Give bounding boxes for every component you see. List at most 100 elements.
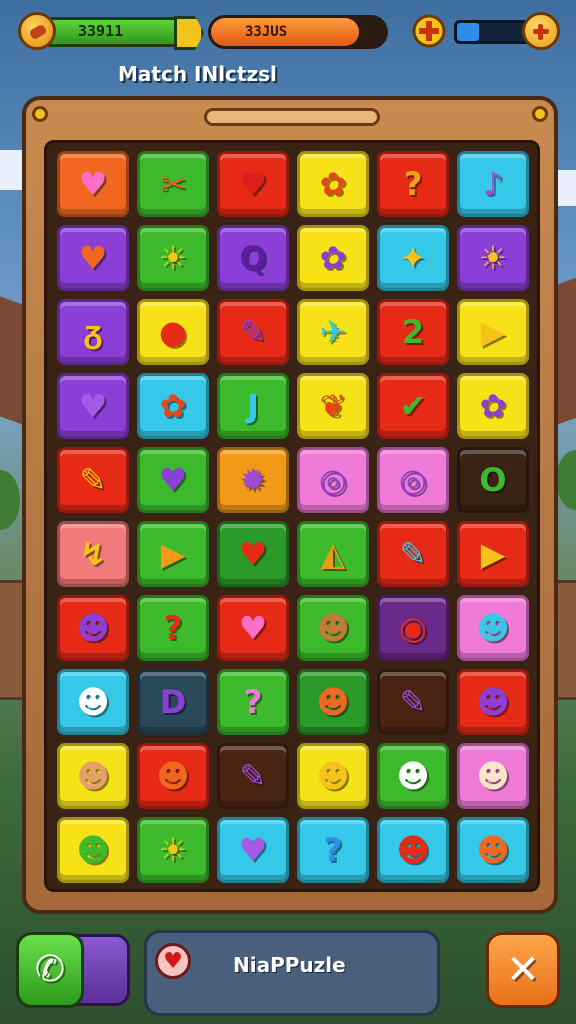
- tile-symbol-icon: ☻: [396, 757, 430, 795]
- tile-symbol-icon: ✦: [399, 239, 427, 277]
- tile-symbol-icon: ✎: [399, 535, 427, 573]
- tile-symbol-icon: ☻: [76, 683, 110, 721]
- tile-symbol-icon: ☻: [316, 609, 350, 647]
- tile-symbol-icon: ☻: [316, 757, 350, 795]
- tile-symbol-icon: ♥: [158, 461, 188, 499]
- tile[interactable]: ☻: [457, 669, 529, 735]
- tile[interactable]: ☻: [457, 595, 529, 661]
- tile-symbol-icon: ✿: [319, 165, 347, 203]
- tile[interactable]: ♥: [217, 817, 289, 883]
- tile-symbol-icon: ♥: [238, 831, 268, 869]
- tile[interactable]: ✿: [457, 373, 529, 439]
- tile[interactable]: ?: [377, 151, 449, 217]
- tile-symbol-icon: ᵹ: [83, 313, 103, 351]
- tile[interactable]: ✎: [217, 299, 289, 365]
- tile[interactable]: ☻: [57, 595, 129, 661]
- tile[interactable]: ☻: [297, 669, 369, 735]
- tile-symbol-icon: ☻: [476, 683, 510, 721]
- tile-symbol-icon: ♥: [78, 165, 108, 203]
- add-currency-button[interactable]: [522, 12, 560, 50]
- tile[interactable]: ♪: [457, 151, 529, 217]
- tile[interactable]: ▶: [457, 299, 529, 365]
- tile[interactable]: ☀: [457, 225, 529, 291]
- tile-symbol-icon: ✎: [239, 757, 267, 795]
- tile[interactable]: ☻: [457, 817, 529, 883]
- tile[interactable]: ✿: [297, 225, 369, 291]
- tile[interactable]: O: [457, 447, 529, 513]
- tile[interactable]: Q: [217, 225, 289, 291]
- tile[interactable]: ☀: [137, 817, 209, 883]
- tile[interactable]: ✿: [137, 373, 209, 439]
- tile[interactable]: ☻: [137, 743, 209, 809]
- tile[interactable]: ✹: [217, 447, 289, 513]
- tile-symbol-icon: ☻: [76, 757, 110, 795]
- tile[interactable]: ♥: [217, 521, 289, 587]
- phone-button[interactable]: ✆: [16, 932, 84, 1008]
- tile[interactable]: ◭: [297, 521, 369, 587]
- tile-symbol-icon: ✎: [399, 683, 427, 721]
- energy-bar[interactable]: 33JUS: [208, 15, 388, 49]
- tile[interactable]: ☻: [57, 817, 129, 883]
- gem-icon[interactable]: [412, 14, 446, 48]
- tile[interactable]: ☻: [377, 817, 449, 883]
- tile[interactable]: ♥: [57, 373, 129, 439]
- tile-symbol-icon: ♥: [238, 535, 268, 573]
- tile-symbol-icon: ◎: [399, 461, 427, 499]
- close-button[interactable]: ✕: [486, 932, 560, 1008]
- tile[interactable]: ↯: [57, 521, 129, 587]
- tile[interactable]: ✎: [217, 743, 289, 809]
- tile[interactable]: ?: [217, 669, 289, 735]
- coin-counter[interactable]: 33911: [18, 12, 204, 52]
- tile[interactable]: ▶: [457, 521, 529, 587]
- tile-symbol-icon: ♥: [78, 239, 108, 277]
- tile[interactable]: ▶: [137, 521, 209, 587]
- tile-symbol-icon: ✎: [79, 461, 107, 499]
- tile[interactable]: ♥: [217, 595, 289, 661]
- tile[interactable]: ✈: [297, 299, 369, 365]
- tile[interactable]: D: [137, 669, 209, 735]
- tile[interactable]: ✔: [377, 373, 449, 439]
- tile[interactable]: ☀: [137, 225, 209, 291]
- heart-icon: ♥: [155, 943, 191, 979]
- tile[interactable]: ✎: [377, 669, 449, 735]
- phone-icon: ✆: [34, 949, 66, 990]
- tile[interactable]: ☻: [57, 669, 129, 735]
- tile[interactable]: ?: [297, 817, 369, 883]
- tile-symbol-icon: ✈: [319, 313, 347, 351]
- tile[interactable]: ✎: [57, 447, 129, 513]
- tile[interactable]: J: [217, 373, 289, 439]
- tile[interactable]: 2: [377, 299, 449, 365]
- tile[interactable]: ?: [137, 595, 209, 661]
- tile[interactable]: ☻: [57, 743, 129, 809]
- message-text: NiaPPuzle: [233, 953, 346, 977]
- tile-symbol-icon: ✿: [159, 387, 187, 425]
- tile[interactable]: ◎: [377, 447, 449, 513]
- gem-fill: [457, 23, 480, 41]
- coin-arrow-icon: [174, 16, 204, 50]
- tile[interactable]: ᵹ: [57, 299, 129, 365]
- tile[interactable]: ☻: [297, 595, 369, 661]
- tile[interactable]: ☻: [297, 743, 369, 809]
- tile-symbol-icon: ✿: [319, 239, 347, 277]
- tile[interactable]: ♥: [57, 151, 129, 217]
- tile-grid: ♥ ✂ ♥ ✿? ♪ ♥ ☀ Q ✿ ✦ ☀ ᵹ ● ✎ ✈ 2 ▶ ♥ ✿ J ❦ ✔ ✿ ✎ ♥ ✹ ◎ ◎ O ↯ ▶ ♥ ◭ ✎ ▶ ☻? ♥ ☻…: [44, 140, 540, 892]
- game-board: ♥ ✂ ♥ ✿? ♪ ♥ ☀ Q ✿ ✦ ☀ ᵹ ● ✎ ✈ 2 ▶ ♥ ✿ J ❦ ✔ ✿ ✎ ♥ ✹ ◎ ◎ O ↯ ▶ ♥ ◭ ✎ ▶ ☻? ♥ ☻…: [22, 96, 558, 914]
- tile[interactable]: ♥: [137, 447, 209, 513]
- tile[interactable]: ●: [137, 299, 209, 365]
- tile-symbol-icon: ☻: [476, 609, 510, 647]
- tile-symbol-icon: ☻: [76, 831, 110, 869]
- tile[interactable]: ◉: [377, 595, 449, 661]
- tile[interactable]: ✎: [377, 521, 449, 587]
- tile[interactable]: ❦: [297, 373, 369, 439]
- tile[interactable]: ✿: [297, 151, 369, 217]
- tile[interactable]: ♥: [57, 225, 129, 291]
- tile[interactable]: ♥: [217, 151, 289, 217]
- tile[interactable]: ☻: [377, 743, 449, 809]
- tile[interactable]: ✦: [377, 225, 449, 291]
- tile[interactable]: ☻: [457, 743, 529, 809]
- bush: [556, 450, 576, 510]
- tile[interactable]: ✂: [137, 151, 209, 217]
- tile-symbol-icon: ●: [159, 313, 187, 351]
- tile-symbol-icon: ♥: [238, 165, 268, 203]
- tile[interactable]: ◎: [297, 447, 369, 513]
